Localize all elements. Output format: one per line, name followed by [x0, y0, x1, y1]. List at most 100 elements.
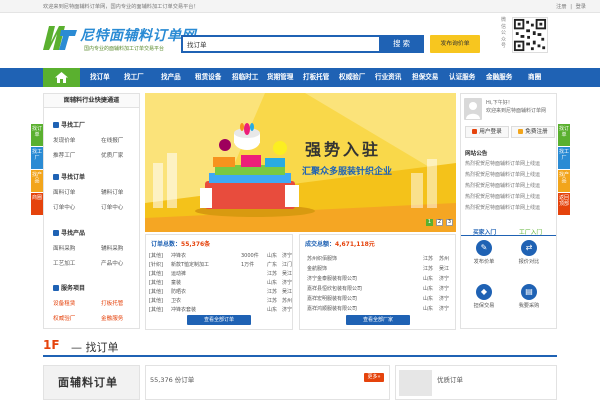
quick-channel-title: 面辅料行业快捷通道 [44, 94, 139, 108]
table-row[interactable]: [其他] 冲锋衣套装 山东 济宁 [149, 306, 292, 314]
left-tab-find-factory[interactable]: 找工厂 [31, 147, 43, 169]
more-button[interactable]: 更多» [364, 373, 384, 382]
table-row[interactable]: [其他] 卫衣 江苏 苏州 [149, 297, 292, 305]
nav-item-find-orders[interactable]: 找订单 [90, 68, 110, 87]
product-icon [53, 230, 59, 236]
login-link[interactable]: 登录 [576, 4, 586, 10]
notice-item[interactable]: 热烈祝贺尼特面辅料订单网上线运 [465, 193, 555, 200]
right-tab-find-products[interactable]: 找产品 [558, 170, 570, 192]
right-tab-find-factory[interactable]: 找工厂 [558, 147, 570, 169]
nav-item-factory-inspection[interactable]: 权威验厂 [339, 68, 365, 87]
price-compare-entry[interactable]: ⇄ 报价对比 [509, 240, 549, 265]
tab-buyer-guide[interactable]: 买家入门 [473, 227, 496, 236]
right-tab-find-orders[interactable]: 找订单 [558, 124, 570, 146]
nav-item-finance[interactable]: 金融服务 [486, 68, 512, 87]
link-craft-processing[interactable]: 工艺加工 [53, 259, 75, 267]
avatar [464, 98, 482, 120]
slide-dot-1[interactable]: 1 [426, 219, 433, 226]
view-all-factories-button[interactable]: 查看全部厂家 [346, 315, 410, 325]
order-icon [53, 174, 59, 180]
shield-icon: ◆ [476, 284, 492, 300]
notice-item[interactable]: 热烈祝贺尼特面辅料订单网上线运 [465, 171, 555, 178]
nav-item-industry-news[interactable]: 行业资讯 [375, 68, 401, 87]
user-login-button[interactable]: 用户登录 [465, 126, 509, 138]
service-icon [53, 285, 59, 291]
promo-banner[interactable] [145, 93, 456, 232]
link-financial-services[interactable]: 金融服务 [101, 314, 123, 322]
home-nav-button[interactable] [43, 68, 80, 87]
escrow-trade-entry[interactable]: ◆ 担保交易 [464, 284, 504, 309]
search-input[interactable] [183, 37, 379, 51]
top-bar: 欢迎来到尼特面辅料订单网，国内专业的面辅料加工订单交易平台！ 注册 | 登录 [0, 0, 600, 13]
nav-item-find-products[interactable]: 找产品 [161, 68, 181, 87]
table-row[interactable]: 苏州织佰服饰 江苏 苏州 [303, 255, 454, 263]
left-tab-find-products[interactable]: 找产品 [31, 170, 43, 192]
link-accessory-orders[interactable]: 辅料订单 [101, 188, 123, 196]
table-row[interactable]: [其他] 防晒衣 江苏 吴江 [149, 288, 292, 296]
floor-heading: 1F — 找订单 [43, 337, 557, 357]
deals-total: 成交总额：4,671,118元 [305, 241, 375, 248]
link-fabric-purchase[interactable]: 面料采购 [53, 244, 75, 252]
table-row[interactable]: [其他] 童装 山东 济宁 [149, 279, 292, 287]
link-fabric-orders[interactable]: 面料订单 [53, 188, 75, 196]
site-title[interactable]: 尼特面辅料订单网 [80, 25, 196, 45]
link-sample-hosting[interactable]: 打板托管 [101, 299, 123, 307]
link-online-report[interactable]: 在线报厂 [101, 136, 123, 144]
slide-dot-2[interactable]: 2 [436, 219, 443, 226]
left-tab-business-circle[interactable]: 商圈 [31, 193, 43, 215]
quality-orders-block[interactable]: 优质订单 [395, 365, 557, 400]
register-link[interactable]: 注册 [556, 4, 566, 10]
left-tab-find-orders[interactable]: 找订单 [31, 124, 43, 146]
table-row[interactable]: [针织] 新款T恤定制加工 1万件 广东 江门 [149, 261, 292, 269]
link-accessory-purchase[interactable]: 辅料采购 [101, 244, 123, 252]
order-count-block: 55,376 份订单 更多» [145, 365, 390, 400]
table-row[interactable]: 金航服饰 江苏 吴江 [303, 265, 454, 273]
search-box [181, 35, 381, 53]
quality-orders-image [399, 370, 432, 396]
view-all-orders-button[interactable]: 查看全部订单 [187, 315, 251, 325]
notice-item[interactable]: 热烈祝贺尼特面辅料订单网上线运 [465, 204, 555, 211]
free-register-button[interactable]: 免费注册 [511, 126, 555, 138]
nav-item-equipment-rental[interactable]: 租赁设备 [195, 68, 221, 87]
notice-item[interactable]: 热烈祝贺尼特面辅料订单网上线运 [465, 160, 555, 167]
table-row[interactable]: 嘉祥鸿顺服装有限公司 山东 济宁 [303, 305, 454, 313]
floor-number: 1F [43, 338, 60, 352]
nav-item-business-circle[interactable]: 商圈 [528, 68, 541, 87]
link-equipment-rental[interactable]: 设备租赁 [53, 299, 75, 307]
banner-illustration [145, 93, 456, 232]
link-find-price[interactable]: 发现价单 [53, 136, 75, 144]
nav-item-delivery-management[interactable]: 货期管理 [267, 68, 293, 87]
link-product-center[interactable]: 产品中心 [101, 259, 123, 267]
table-row[interactable]: 嘉祥县恒欣包装有限公司 山东 济宁 [303, 285, 454, 293]
nav-item-sample-hosting[interactable]: 打板托管 [303, 68, 329, 87]
slide-dot-3[interactable]: 3 [446, 219, 453, 226]
table-row[interactable]: [其他] 运动裤 江苏 吴江 [149, 270, 292, 278]
tab-factory-guide[interactable]: 工厂入门 [519, 227, 542, 236]
right-tab-back-to-top[interactable]: 返回顶部 [558, 193, 570, 215]
post-inquiry-button[interactable]: 发布询价单 [430, 35, 480, 53]
link-quality-factory[interactable]: 优质厂家 [101, 151, 123, 159]
welcome-text: 欢迎来到尼特面辅料订单网，国内专业的面辅料加工订单交易平台！ [43, 4, 199, 10]
purchase-entry[interactable]: ▤ 我要采购 [509, 284, 549, 309]
notice-item[interactable]: 热烈祝贺尼特面辅料订单网上线运 [465, 182, 555, 189]
post-price-entry[interactable]: ✎ 发布价单 [464, 240, 504, 265]
fabric-orders-block[interactable]: 面辅料订单 [43, 365, 140, 400]
table-row[interactable]: 嘉祥宏明服装有限公司 山东 济宁 [303, 295, 454, 303]
nav-item-find-factory[interactable]: 找工厂 [124, 68, 144, 87]
right-float-tabs: 找订单 找工厂 找产品 返回顶部 [558, 124, 570, 216]
nav-item-temp-workers[interactable]: 招临时工 [232, 68, 258, 87]
guide-tabs: 买家入门 工厂入门 [461, 225, 556, 236]
nav-item-escrow-trade[interactable]: 担保交易 [412, 68, 438, 87]
link-recommended-factory[interactable]: 推荐工厂 [53, 151, 75, 159]
site-subtitle: 国内专业的面辅料加工订单交易平台 [84, 46, 165, 52]
link-order-center-2[interactable]: 订单中心 [101, 203, 123, 211]
user-welcome-text: 欢迎来到尼特面辅料订单网 [486, 108, 547, 114]
link-separator: | [570, 4, 572, 10]
link-order-center[interactable]: 订单中心 [53, 203, 75, 211]
table-row[interactable]: [其他] 冲锋衣 3000件 山东 济宁 [149, 252, 292, 260]
nav-item-certification[interactable]: 认证服务 [449, 68, 475, 87]
table-row[interactable]: 济宁金泰服装有限公司 山东 济宁 [303, 275, 454, 283]
link-factory-inspection[interactable]: 权威验厂 [53, 314, 75, 322]
search-button[interactable]: 搜索 [381, 35, 424, 53]
logo-icon[interactable] [43, 24, 77, 52]
